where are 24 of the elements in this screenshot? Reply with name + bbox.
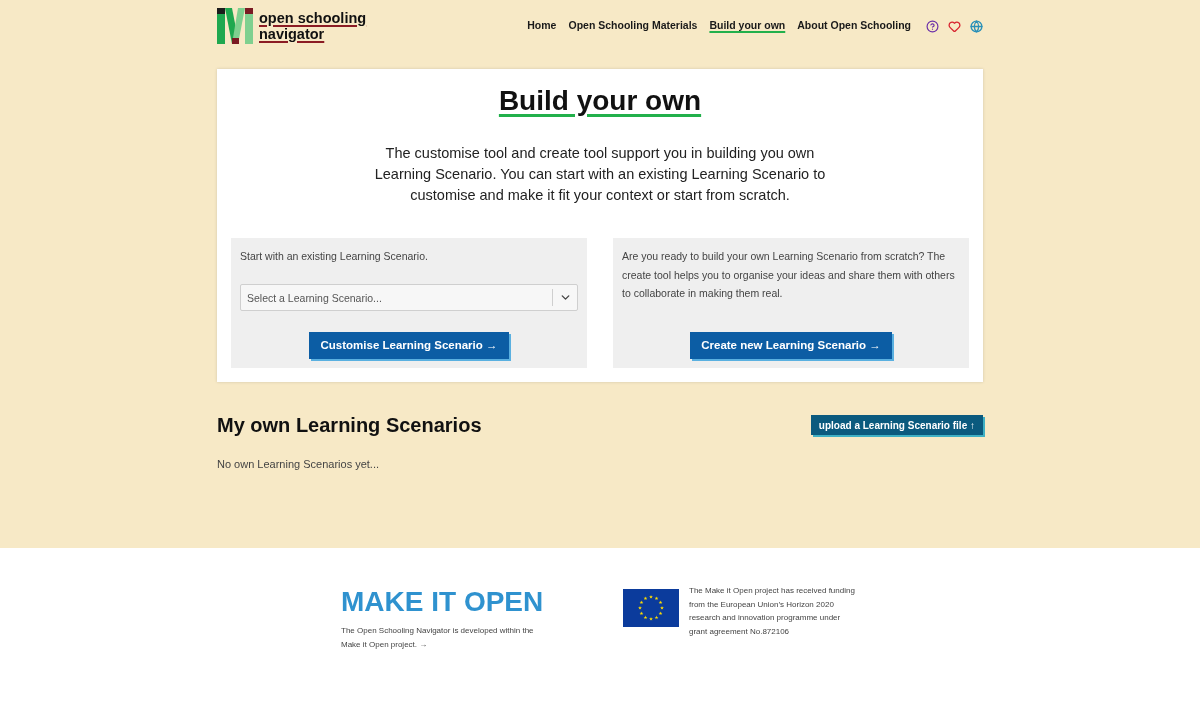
footer-logo: MAKE IT OPEN — [341, 590, 544, 614]
help-icon[interactable] — [926, 19, 939, 33]
nav-link[interactable]: Build your own — [709, 18, 786, 34]
globe-icon[interactable] — [970, 19, 983, 33]
logo-text[interactable]: navigator — [259, 26, 367, 42]
action-button[interactable]: Customise Learning Scenario → — [309, 332, 509, 359]
eu-flag-icon — [623, 589, 679, 627]
logo-icon[interactable] — [217, 8, 253, 44]
empty-state-text: No own Learning Scenarios yet... — [217, 457, 380, 472]
panel-text: Start with an existing Learning Scenario. — [240, 249, 429, 264]
nav-link[interactable]: Home — [527, 18, 557, 34]
action-button[interactable]: Create new Learning Scenario → — [690, 332, 892, 359]
nav-link[interactable]: Open Schooling Materials — [568, 18, 698, 34]
footer-note: The Open Schooling Navigator is developed within the Make it Open project. → — [341, 625, 535, 651]
section-heading: My own Learning Scenarios — [217, 413, 482, 438]
logo-text[interactable]: open schooling — [259, 10, 367, 26]
upload-button[interactable]: upload a Learning Scenario file ↑ — [810, 415, 983, 435]
scenario-select[interactable]: Select a Learning Scenario... — [240, 284, 578, 311]
intro-text: The customise tool and create tool support you in building you own Learning Scenario. You can start with an existing Learning Scenario to customise and make it fit your context or start from scratch. — [373, 144, 827, 205]
funding-text: The Make it Open project has received funding from the European Union’s Horizon 2020 research and innovation programme under grant agreement No.872106 — [689, 585, 856, 638]
nav-link[interactable]: About Open Schooling — [797, 18, 911, 34]
page-title: Build your own — [498, 84, 702, 118]
heart-icon[interactable] — [948, 19, 961, 33]
panel-text: Are you ready to build your own Learning Scenario from scratch? The create tool helps you to organise your ideas and share them with others to collaborate in making them real. — [622, 249, 956, 301]
